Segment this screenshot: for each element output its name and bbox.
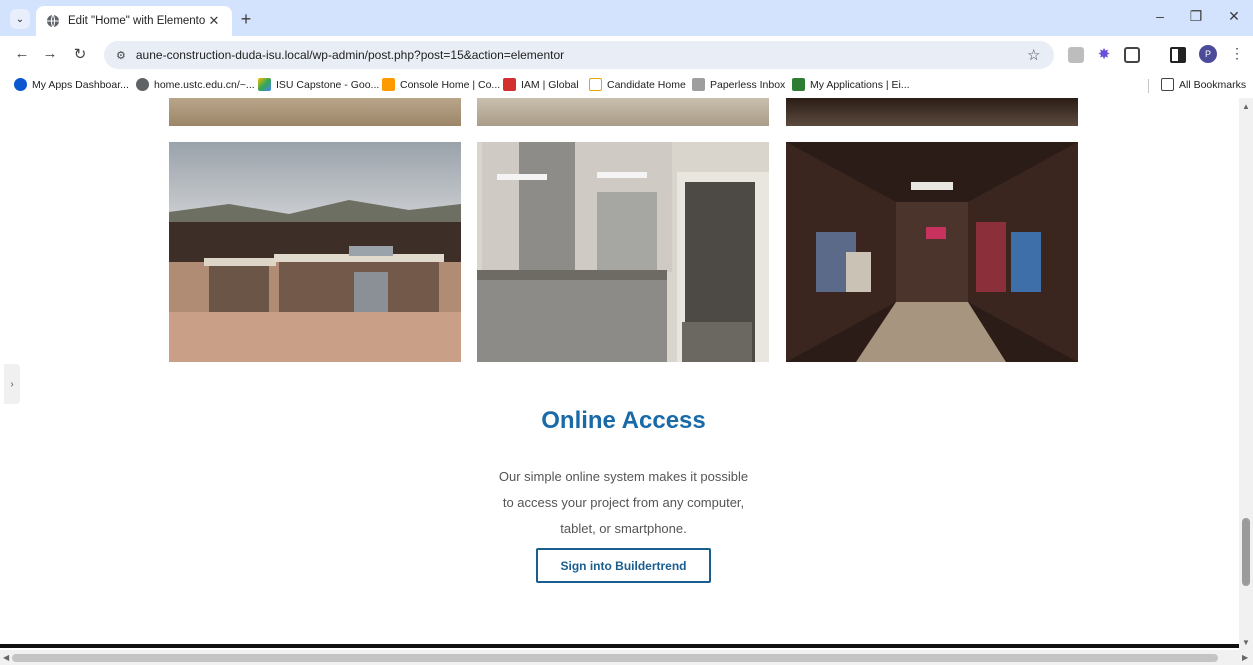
sign-in-buildertrend-button[interactable]: Sign into Buildertrend [536, 548, 711, 583]
paragraph-line: tablet, or smartphone. [560, 521, 687, 536]
side-panel-icon[interactable] [1170, 47, 1186, 63]
bookmark-item[interactable]: home.ustc.edu.cn/~... [136, 78, 255, 91]
gallery-image-bathroom[interactable] [477, 142, 769, 362]
paragraph-line: Our simple online system makes it possib… [498, 469, 749, 484]
section-paragraph: Our simple online system makes it possib… [0, 464, 1239, 542]
minimize-icon[interactable]: – [1150, 8, 1170, 24]
gallery-image-top-1[interactable] [169, 98, 461, 126]
bookmark-item[interactable]: Paperless Inbox [692, 78, 785, 91]
aws-cube-icon [382, 78, 395, 91]
all-bookmarks[interactable]: All Bookmarks [1161, 78, 1246, 91]
scroll-left-arrow-icon[interactable]: ◀ [3, 653, 9, 662]
scroll-up-arrow-icon[interactable]: ▲ [1242, 102, 1250, 111]
globe-icon [47, 14, 59, 28]
bookmark-item[interactable]: IAM | Global [503, 78, 579, 91]
reload-icon[interactable]: ↻ [70, 45, 90, 63]
bookmark-label: IAM | Global [521, 78, 579, 91]
tab-close-icon[interactable]: ✕ [206, 13, 222, 29]
tab-search-chevron-icon[interactable]: ⌄ [10, 9, 30, 29]
new-tab-plus-icon[interactable]: + [236, 9, 256, 30]
window-close-icon[interactable]: ✕ [1224, 8, 1244, 25]
url-text: aune-construction-duda-isu.local/wp-admi… [135, 48, 565, 62]
iam-icon [503, 78, 516, 91]
gallery-image-outdoor-kitchen[interactable] [169, 142, 461, 362]
address-bar[interactable]: ⚙ aune-construction-duda-isu.local/wp-ad… [104, 41, 1054, 69]
bookmark-item[interactable]: Candidate Home [589, 78, 686, 91]
globe-icon [136, 78, 149, 91]
google-drive-icon [258, 78, 271, 91]
bookmark-item[interactable]: My Applications | Ei... [792, 78, 910, 91]
restore-icon[interactable]: ❐ [1186, 8, 1206, 25]
bookmark-label: Candidate Home [607, 78, 686, 91]
tab-strip: ⌄ Edit "Home" with Elementor ✕ + – ❐ ✕ [0, 0, 1253, 36]
bookmark-label: My Apps Dashboar... [32, 78, 129, 91]
scroll-right-arrow-icon[interactable]: ▶ [1242, 653, 1248, 662]
bookmark-label: Console Home | Co... [400, 78, 501, 91]
gallery-image-closet[interactable] [786, 142, 1078, 362]
browser-tab-active[interactable]: Edit "Home" with Elementor ✕ [36, 6, 232, 36]
menu-kebab-icon[interactable]: ⋮ [1230, 45, 1244, 62]
bookmark-item[interactable]: Console Home | Co... [382, 78, 500, 91]
vertical-scroll-thumb[interactable] [1242, 518, 1250, 586]
bookmark-item[interactable]: ISU Capstone - Goo... [258, 78, 379, 91]
extension-flower-icon[interactable]: ✸ [1096, 47, 1112, 63]
folder-icon [1161, 78, 1174, 91]
profile-avatar[interactable]: P [1199, 45, 1217, 63]
panel-expand-chevron-icon[interactable]: › [4, 364, 20, 404]
bookmark-label: Paperless Inbox [710, 78, 786, 91]
horizontal-scroll-thumb[interactable] [12, 654, 1218, 662]
apps-icon [14, 78, 27, 91]
bookmarks-bar: My Apps Dashboar... home.ustc.edu.cn/~..… [0, 74, 1253, 98]
bookmark-label: home.ustc.edu.cn/~... [154, 78, 255, 91]
extension-icon[interactable] [1068, 47, 1084, 63]
browser-toolbar: ← → ↻ ⚙ aune-construction-duda-isu.local… [0, 36, 1253, 74]
gallery-image-top-3[interactable] [786, 98, 1078, 126]
page-viewport: › Online Access Our simple online system… [0, 98, 1239, 648]
paperless-icon [692, 78, 705, 91]
bookmarks-divider [1148, 79, 1149, 93]
back-arrow-icon[interactable]: ← [12, 45, 32, 62]
bookmark-star-icon[interactable]: ☆ [1027, 46, 1040, 64]
workday-icon [589, 78, 602, 91]
section-heading: Online Access [541, 407, 706, 434]
horizontal-scrollbar[interactable]: ◀ ▶ [0, 650, 1253, 665]
bookmark-label: My Applications | Ei... [810, 78, 910, 91]
scroll-down-arrow-icon[interactable]: ▼ [1242, 638, 1250, 647]
all-bookmarks-label: All Bookmarks [1179, 78, 1247, 91]
deere-icon [792, 78, 805, 91]
tab-title: Edit "Home" with Elementor [68, 15, 206, 27]
bookmark-label: ISU Capstone - Goo... [276, 78, 380, 91]
extensions-puzzle-icon[interactable] [1124, 47, 1140, 63]
vertical-scrollbar[interactable]: ▲ ▼ [1239, 98, 1253, 650]
forward-arrow-icon[interactable]: → [40, 45, 60, 62]
gallery-image-top-2[interactable] [477, 98, 769, 126]
site-info-icon[interactable]: ⚙ [116, 49, 126, 62]
paragraph-line: to access your project from any computer… [502, 495, 745, 510]
bookmark-item[interactable]: My Apps Dashboar... [14, 78, 129, 91]
footer-divider [0, 644, 1239, 648]
